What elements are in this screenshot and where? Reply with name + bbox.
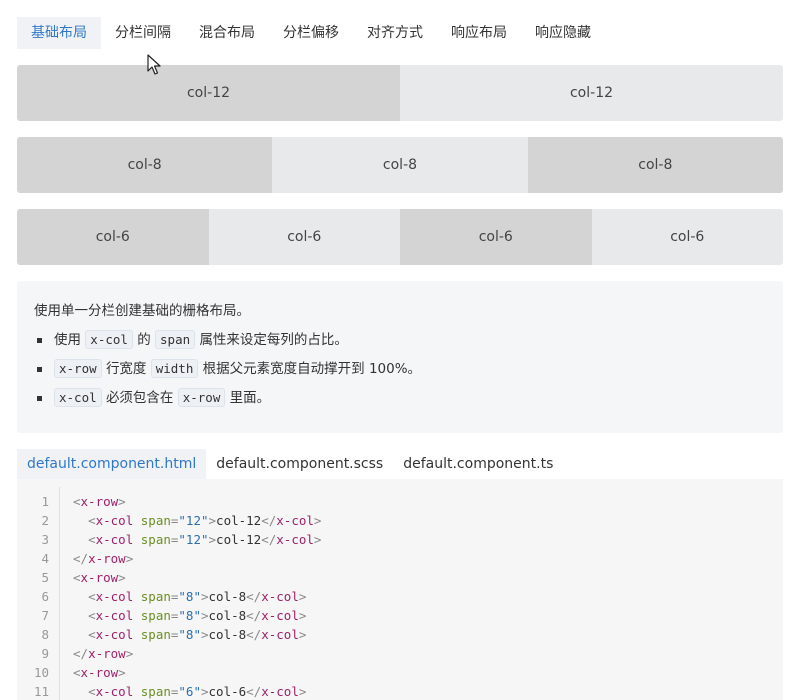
- inline-code: width: [150, 359, 199, 378]
- tab-ts-file[interactable]: default.component.ts: [393, 449, 563, 479]
- text: 必须包含在: [105, 390, 174, 406]
- code-text: </x-row>: [73, 646, 134, 661]
- line-number: 6: [41, 589, 49, 604]
- inline-code: x-col: [85, 330, 133, 349]
- line-number: 11: [33, 684, 49, 699]
- tab-scss-file[interactable]: default.component.scss: [206, 449, 393, 479]
- tab-column-offset[interactable]: 分栏偏移: [269, 17, 353, 49]
- demo-col: col-6: [208, 209, 400, 265]
- code-viewer: 1 <x-row> 2 <x-col span="12">col-12</x-col…: [17, 479, 783, 700]
- demo-col: col-12: [17, 65, 400, 121]
- code-line: 1 <x-row>: [17, 492, 783, 511]
- code-text: <x-row>: [73, 494, 126, 509]
- code-text: <x-row>: [73, 570, 126, 585]
- tab-alignment[interactable]: 对齐方式: [353, 17, 437, 49]
- description-item: x-row 行宽度 width 根据父元素宽度自动撑开到 100%。: [34, 359, 766, 379]
- code-text: <x-col span="8">col-8</x-col>: [88, 608, 307, 623]
- code-line: 9 </x-row>: [17, 644, 783, 663]
- demo-col: col-6: [591, 209, 783, 265]
- code-line: 8 <x-col span="8">col-8</x-col>: [17, 625, 783, 644]
- demo-col: col-12: [400, 65, 783, 121]
- line-number: 9: [41, 646, 49, 661]
- tab-column-gutter[interactable]: 分栏间隔: [101, 17, 185, 49]
- line-number: 4: [41, 551, 49, 566]
- code-text: </x-row>: [73, 551, 134, 566]
- code-line: 3 <x-col span="12">col-12</x-col>: [17, 530, 783, 549]
- description-item: x-col 必须包含在 x-row 里面。: [34, 388, 766, 408]
- description-intro: 使用单一分栏创建基础的栅格布局。: [34, 303, 250, 319]
- text: 根据父元素宽度自动撑开到 100%。: [202, 361, 422, 377]
- tab-responsive-hide[interactable]: 响应隐藏: [521, 17, 605, 49]
- line-number: 8: [41, 627, 49, 642]
- description-list: 使用 x-col 的 span 属性来设定每列的占比。 x-row 行宽度 wi…: [34, 330, 766, 408]
- code-text: <x-col span="12">col-12</x-col>: [88, 513, 322, 528]
- line-number: 7: [41, 608, 49, 623]
- line-number: 10: [33, 665, 49, 680]
- tab-html-file[interactable]: default.component.html: [17, 449, 207, 479]
- layout-tabs: 基础布局 分栏间隔 混合布局 分栏偏移 对齐方式 响应布局 响应隐藏: [17, 17, 605, 49]
- mouse-pointer-icon: [147, 54, 161, 75]
- demo-col: col-6: [17, 209, 209, 265]
- text: 行宽度: [105, 361, 147, 377]
- code-line: 5 <x-row>: [17, 568, 783, 587]
- code-line: 4 </x-row>: [17, 549, 783, 568]
- file-tabs: default.component.html default.component…: [17, 449, 563, 479]
- tab-basic-layout[interactable]: 基础布局: [17, 17, 101, 49]
- demo-col: col-8: [527, 137, 783, 193]
- inline-code: x-row: [54, 359, 102, 378]
- code-line: 11 <x-col span="6">col-6</x-col>: [17, 682, 783, 700]
- text: 使用: [54, 332, 81, 348]
- inline-code: x-row: [177, 388, 226, 407]
- demo-row-12: col-12 col-12: [17, 65, 783, 121]
- code-text: <x-row>: [73, 665, 126, 680]
- line-number: 3: [41, 532, 49, 547]
- text: 的: [137, 332, 151, 348]
- tab-responsive-layout[interactable]: 响应布局: [437, 17, 521, 49]
- code-text: <x-col span="8">col-8</x-col>: [88, 589, 307, 604]
- demo-row-6: col-6 col-6 col-6 col-6: [17, 209, 783, 265]
- code-line: 10 <x-row>: [17, 663, 783, 682]
- demo-col: col-6: [400, 209, 592, 265]
- code-text: <x-col span="6">col-6</x-col>: [88, 684, 307, 699]
- description-panel: 使用单一分栏创建基础的栅格布局。 使用 x-col 的 span 属性来设定每列…: [17, 281, 783, 433]
- line-number: 2: [41, 513, 49, 528]
- demo-row-8: col-8 col-8 col-8: [17, 137, 783, 193]
- code-line: 7 <x-col span="8">col-8</x-col>: [17, 606, 783, 625]
- inline-code: span: [155, 330, 196, 349]
- line-number: 1: [41, 494, 49, 509]
- tab-mixed-layout[interactable]: 混合布局: [185, 17, 269, 49]
- code-text: <x-col span="12">col-12</x-col>: [88, 532, 322, 547]
- code-line: 6 <x-col span="8">col-8</x-col>: [17, 587, 783, 606]
- text: 属性来设定每列的占比。: [199, 332, 348, 348]
- demo-col: col-8: [17, 137, 273, 193]
- description-item: 使用 x-col 的 span 属性来设定每列的占比。: [34, 330, 766, 350]
- inline-code: x-col: [54, 388, 102, 407]
- demo-col: col-8: [272, 137, 528, 193]
- code-line: 2 <x-col span="12">col-12</x-col>: [17, 511, 783, 530]
- code-text: <x-col span="8">col-8</x-col>: [88, 627, 307, 642]
- text: 里面。: [229, 390, 271, 406]
- line-number: 5: [41, 570, 49, 585]
